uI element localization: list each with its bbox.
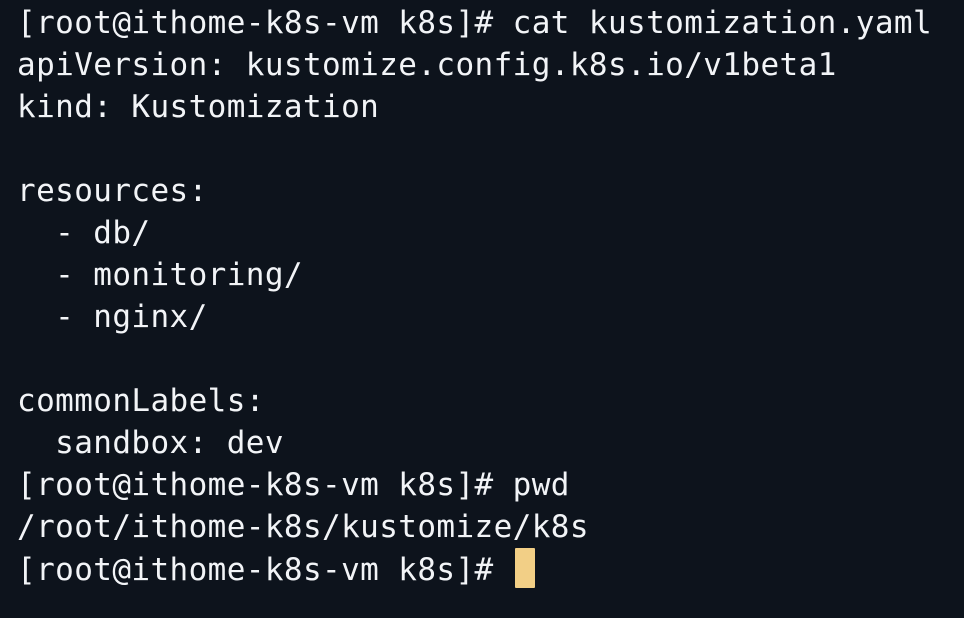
terminal-line-8: - nginx/ — [17, 299, 208, 335]
terminal-line-4 — [17, 128, 964, 170]
terminal-window[interactable]: [root@ithome-k8s-vm k8s]# cat kustomizat… — [0, 0, 964, 618]
terminal-line-5: resources: — [17, 173, 208, 209]
terminal-line-7: - monitoring/ — [17, 257, 303, 293]
terminal-line-1: [root@ithome-k8s-vm k8s]# cat kustomizat… — [17, 5, 933, 41]
terminal-line-11: sandbox: dev — [17, 425, 284, 461]
terminal-line-6: - db/ — [17, 215, 151, 251]
terminal-input-line[interactable]: [root@ithome-k8s-vm k8s]# — [17, 548, 964, 590]
terminal-line-10: commonLabels: — [17, 383, 265, 419]
terminal-line-13: /root/ithome-k8s/kustomize/k8s — [17, 509, 589, 545]
prompt-text: [root@ithome-k8s-vm k8s]# — [17, 552, 513, 588]
terminal-line-12: [root@ithome-k8s-vm k8s]# pwd — [17, 467, 570, 503]
text-cursor — [514, 548, 535, 588]
terminal-line-9 — [17, 338, 964, 380]
terminal-line-2: apiVersion: kustomize.config.k8s.io/v1be… — [17, 47, 837, 83]
terminal-line-3: kind: Kustomization — [17, 89, 380, 125]
